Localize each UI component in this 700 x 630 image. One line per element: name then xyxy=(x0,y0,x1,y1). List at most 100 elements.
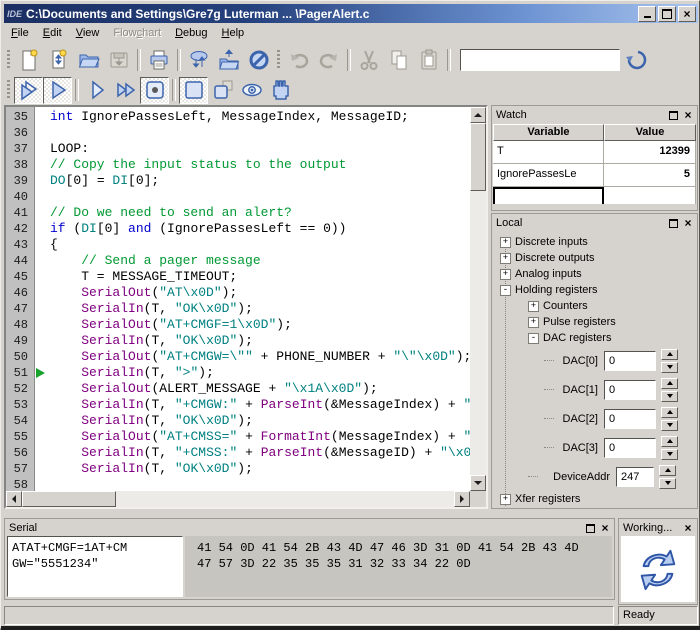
collapse-icon[interactable]: - xyxy=(528,333,539,344)
code-area[interactable]: 35int IgnorePassesLeft, MessageIndex, Me… xyxy=(6,109,470,491)
tree-item-deviceaddr[interactable]: DeviceAddr xyxy=(494,462,695,491)
code-view[interactable]: 35int IgnorePassesLeft, MessageIndex, Me… xyxy=(6,107,470,491)
spin-up-button[interactable] xyxy=(661,378,678,389)
column-header-variable[interactable]: Variable xyxy=(493,124,604,141)
toolbar-grip[interactable] xyxy=(7,80,10,100)
code-line-52[interactable]: 52 SerialOut(ALERT_MESSAGE + "\x1A\x0D")… xyxy=(6,381,470,397)
watch-row[interactable]: T12399 xyxy=(493,141,696,164)
go-button[interactable] xyxy=(43,77,72,104)
spin-down-button[interactable] xyxy=(659,478,676,489)
tree-item-discrete-outputs[interactable]: +Discrete outputs xyxy=(494,250,695,266)
code-line-49[interactable]: 49 SerialIn(T, "OK\x0D"); xyxy=(6,333,470,349)
vertical-scrollbar[interactable] xyxy=(470,107,486,491)
watch-variable-cell[interactable]: IgnorePassesLe xyxy=(493,164,604,187)
copy-button[interactable] xyxy=(384,46,414,74)
deviceaddr-input[interactable] xyxy=(616,467,654,487)
menu-debug[interactable]: Debug xyxy=(168,25,214,41)
menu-file[interactable]: File xyxy=(4,25,36,41)
search-go-button[interactable] xyxy=(620,46,650,74)
print-button[interactable] xyxy=(144,46,174,74)
dac-1-input[interactable] xyxy=(604,380,656,400)
tree-item-pulse-registers[interactable]: +Pulse registers xyxy=(494,314,695,330)
code-line-41[interactable]: 41// Do we need to send an alert? xyxy=(6,205,470,221)
dac-0-input[interactable] xyxy=(604,351,656,371)
watch-row[interactable]: IgnorePassesLe5 xyxy=(493,164,696,187)
halt-hand-button[interactable] xyxy=(266,77,295,104)
tree-item-dac-2[interactable]: DAC[2] xyxy=(494,404,695,433)
run-flowchart-button[interactable] xyxy=(14,77,43,104)
watch-button[interactable] xyxy=(237,77,266,104)
spin-up-button[interactable] xyxy=(659,465,676,476)
collapse-icon[interactable]: - xyxy=(500,285,511,296)
tree-item-discrete-inputs[interactable]: +Discrete inputs xyxy=(494,234,695,250)
column-header-value[interactable]: Value xyxy=(604,124,696,141)
menu-help[interactable]: Help xyxy=(215,25,252,41)
tree-item-analog-inputs[interactable]: +Analog inputs xyxy=(494,266,695,282)
undo-button[interactable] xyxy=(284,46,314,74)
upload-from-device-button[interactable] xyxy=(214,46,244,74)
code-line-39[interactable]: 39DO[0] = DI[0]; xyxy=(6,173,470,189)
spin-down-button[interactable] xyxy=(661,362,678,373)
close-button[interactable]: × xyxy=(678,6,696,22)
expand-icon[interactable]: + xyxy=(528,301,539,312)
code-line-44[interactable]: 44 // Send a pager message xyxy=(6,253,470,269)
download-to-device-button[interactable] xyxy=(184,46,214,74)
close-panel-button[interactable]: × xyxy=(681,217,695,229)
dac-3-input[interactable] xyxy=(604,438,656,458)
new-file-button[interactable] xyxy=(14,46,44,74)
float-panel-button[interactable] xyxy=(666,109,680,121)
code-line-57[interactable]: 57 SerialIn(T, "OK\x0D"); xyxy=(6,461,470,477)
code-line-56[interactable]: 56 SerialIn(T, "+CMSS:" + ParseInt(&Mess… xyxy=(6,445,470,461)
scroll-right-button[interactable] xyxy=(454,491,470,507)
code-line-42[interactable]: 42if (DI[0] and (IgnorePassesLeft == 0)) xyxy=(6,221,470,237)
record-button[interactable] xyxy=(140,77,169,104)
spin-up-button[interactable] xyxy=(661,407,678,418)
spin-down-button[interactable] xyxy=(661,449,678,460)
expand-icon[interactable]: + xyxy=(500,269,511,280)
code-line-35[interactable]: 35int IgnorePassesLeft, MessageIndex, Me… xyxy=(6,109,470,125)
minimize-button[interactable] xyxy=(638,6,656,22)
expand-icon[interactable]: + xyxy=(500,237,511,248)
step-button[interactable] xyxy=(82,77,111,104)
code-line-47[interactable]: 47 SerialIn(T, "OK\x0D"); xyxy=(6,301,470,317)
code-line-45[interactable]: 45 T = MESSAGE_TIMEOUT; xyxy=(6,269,470,285)
code-line-37[interactable]: 37LOOP: xyxy=(6,141,470,157)
serial-panel-titlebar[interactable]: Serial × xyxy=(5,519,614,537)
tree-item-counters[interactable]: +Counters xyxy=(494,298,695,314)
scroll-down-button[interactable] xyxy=(470,475,486,491)
horizontal-scroll-thumb[interactable] xyxy=(22,491,116,507)
watch-variable-cell[interactable]: T xyxy=(493,141,604,164)
menu-edit[interactable]: Edit xyxy=(36,25,69,41)
close-panel-button[interactable]: × xyxy=(681,522,695,534)
watch-row[interactable] xyxy=(493,187,696,204)
toolbar-grip[interactable] xyxy=(7,50,10,70)
watch-variable-cell[interactable] xyxy=(493,187,604,204)
fast-forward-button[interactable] xyxy=(111,77,140,104)
title-bar[interactable]: IDE C:\Documents and Settings\Gre7g Lute… xyxy=(4,4,698,23)
spin-up-button[interactable] xyxy=(661,349,678,360)
close-panel-button[interactable]: × xyxy=(681,109,695,121)
code-line-48[interactable]: 48 SerialOut("AT+CMGF=1\x0D"); xyxy=(6,317,470,333)
watch-value-cell[interactable]: 5 xyxy=(604,164,696,187)
tree-item-dac-0[interactable]: DAC[0] xyxy=(494,346,695,375)
local-panel-titlebar[interactable]: Local × xyxy=(492,214,697,232)
scroll-left-button[interactable] xyxy=(6,491,22,507)
float-panel-button[interactable] xyxy=(666,217,680,229)
watch-value-cell[interactable]: 12399 xyxy=(604,141,696,164)
tree-item-xfer-registers[interactable]: +Xfer registers xyxy=(494,491,695,506)
expand-icon[interactable]: + xyxy=(500,253,511,264)
step-over-button[interactable] xyxy=(208,77,237,104)
new-flowchart-button[interactable] xyxy=(44,46,74,74)
code-line-50[interactable]: 50 SerialOut("AT+CMGW=\"" + PHONE_NUMBER… xyxy=(6,349,470,365)
expand-icon[interactable]: + xyxy=(500,494,511,505)
code-line-58[interactable]: 58 xyxy=(6,477,470,491)
spin-up-button[interactable] xyxy=(661,436,678,447)
spin-down-button[interactable] xyxy=(661,391,678,402)
code-line-38[interactable]: 38// Copy the input status to the output xyxy=(6,157,470,173)
code-editor[interactable]: 35int IgnorePassesLeft, MessageIndex, Me… xyxy=(4,105,488,509)
spin-down-button[interactable] xyxy=(661,420,678,431)
working-panel-titlebar[interactable]: Working... × xyxy=(619,519,697,537)
dac-2-input[interactable] xyxy=(604,409,656,429)
cut-button[interactable] xyxy=(354,46,384,74)
serial-ascii-view[interactable]: ATAT+CMGF=1AT+CM GW="5551234" xyxy=(7,536,183,597)
